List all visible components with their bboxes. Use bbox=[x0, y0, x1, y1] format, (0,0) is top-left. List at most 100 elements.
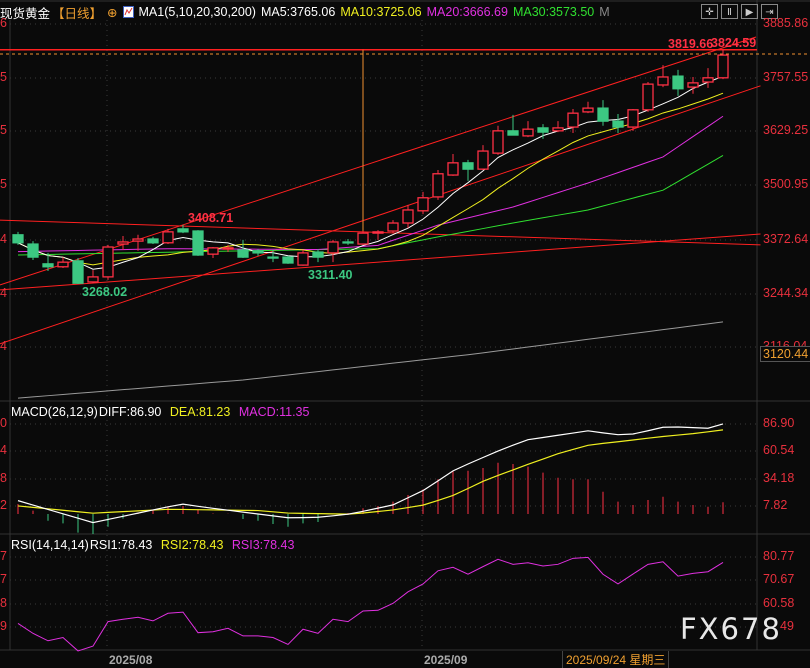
left-tick: 5 bbox=[0, 70, 7, 84]
rsi-tick: 60.58 bbox=[763, 596, 795, 610]
macd-tick: 7.82 bbox=[763, 498, 788, 512]
rsi1-value: RSI1:78.43 bbox=[89, 538, 153, 552]
candle-body bbox=[312, 251, 324, 258]
ma-more[interactable]: M bbox=[599, 5, 609, 19]
candle-body bbox=[702, 77, 714, 83]
candle-body bbox=[267, 256, 279, 259]
price-tick: 3885.86 bbox=[763, 16, 809, 30]
candle-body bbox=[132, 238, 144, 242]
indicator-chart-icon[interactable] bbox=[122, 6, 134, 18]
diff-value: DIFF:86.90 bbox=[98, 405, 162, 419]
candle-body bbox=[207, 247, 219, 255]
candle-body bbox=[162, 231, 174, 244]
trendline bbox=[0, 85, 761, 345]
high-annotation: 3824.59 bbox=[711, 36, 757, 50]
macd-header: MACD(26,12,9)DIFF:86.90 DEA:81.23 MACD:1… bbox=[11, 405, 314, 419]
candle-body bbox=[687, 82, 699, 88]
candle-body bbox=[237, 249, 249, 258]
candle-body bbox=[492, 130, 504, 154]
ma5-value: MA5:3765.06 bbox=[260, 5, 336, 19]
play-icon[interactable]: ▶ bbox=[741, 4, 758, 19]
candle-body bbox=[297, 252, 309, 266]
left-tick: 9 bbox=[0, 619, 7, 633]
macd-tick: 86.90 bbox=[763, 416, 795, 430]
rsi-tick: 80.77 bbox=[763, 549, 795, 563]
crosshair-icon[interactable]: ✛ bbox=[701, 4, 718, 19]
ma10-value: MA10:3725.06 bbox=[340, 5, 422, 19]
candle-body bbox=[537, 127, 549, 133]
candle-body bbox=[432, 173, 444, 198]
candle-body bbox=[522, 128, 534, 137]
low-annotation: 3311.40 bbox=[308, 268, 353, 282]
low-annotation: 3268.02 bbox=[82, 285, 128, 299]
instrument-name: 现货黄金 bbox=[0, 6, 51, 21]
left-tick: 5 bbox=[0, 177, 7, 191]
candle-body bbox=[507, 130, 519, 136]
macd-tick: 34.18 bbox=[763, 471, 795, 485]
candle-body bbox=[357, 232, 369, 245]
cursor-price-box: 3120.44 bbox=[760, 346, 810, 362]
high-annotation: 3819.66 bbox=[668, 37, 714, 51]
rsi-title: RSI(14,14,14) bbox=[11, 538, 89, 552]
chart-header: 现货黄金 【日线】 ⊕ MA1(5,10,20,30,200) MA5:3765… bbox=[0, 3, 615, 21]
candle-body bbox=[657, 76, 669, 86]
candle-body bbox=[282, 256, 294, 264]
period-selector[interactable]: 【日线】 bbox=[52, 3, 102, 22]
candle-body bbox=[402, 209, 414, 224]
left-tick: 4 bbox=[0, 443, 7, 457]
candle-body bbox=[582, 107, 594, 113]
candle-body bbox=[117, 241, 129, 245]
candle-body bbox=[222, 247, 234, 250]
left-tick: 4 bbox=[0, 339, 7, 353]
macd-value: MACD:11.35 bbox=[238, 405, 310, 419]
price-tick: 3629.25 bbox=[763, 123, 809, 137]
cursor-date-label: 2025/09/24 星期三 bbox=[562, 651, 670, 668]
trendline bbox=[0, 233, 761, 291]
candle-body bbox=[27, 243, 39, 258]
left-tick: 8 bbox=[0, 596, 7, 610]
price-tick: 3372.64 bbox=[763, 232, 809, 246]
candle-body bbox=[147, 238, 159, 244]
candle-body bbox=[372, 231, 384, 234]
ma30-value: MA30:3573.50 bbox=[512, 5, 595, 19]
left-tick: 8 bbox=[0, 471, 7, 485]
candle-body bbox=[87, 276, 99, 283]
candle-body bbox=[417, 197, 429, 212]
watermark-logo: FX678 bbox=[680, 612, 782, 646]
candle-body bbox=[477, 150, 489, 170]
left-tick: 0 bbox=[0, 416, 7, 430]
candle-body bbox=[612, 120, 624, 128]
ma20-value: MA20:3666.69 bbox=[426, 5, 508, 19]
candle-body bbox=[252, 250, 264, 254]
candle-body bbox=[192, 230, 204, 256]
candle-body bbox=[12, 234, 24, 244]
rsi-header: RSI(14,14,14)RSI1:78.43 RSI2:78.43 RSI3:… bbox=[11, 538, 299, 552]
bars-icon[interactable]: Ⅱ bbox=[721, 4, 738, 19]
dea-value: DEA:81.23 bbox=[169, 405, 231, 419]
candle-body bbox=[342, 241, 354, 244]
candle-body bbox=[597, 107, 609, 122]
price-tick: 3757.55 bbox=[763, 70, 809, 84]
candle-body bbox=[567, 112, 579, 128]
ma20-line bbox=[17, 115, 724, 253]
candle-body bbox=[387, 222, 399, 232]
date-label: 2025/08 bbox=[109, 653, 153, 667]
candle-body bbox=[42, 263, 54, 268]
ma10-line bbox=[17, 92, 724, 266]
candle-body bbox=[72, 260, 84, 284]
chart-canvas[interactable] bbox=[0, 0, 810, 666]
left-tick: 5 bbox=[0, 123, 7, 137]
candle-body bbox=[672, 75, 684, 90]
date-label: 2025/09 bbox=[424, 653, 468, 667]
candle-body bbox=[627, 109, 639, 128]
left-tick: 6 bbox=[0, 16, 7, 30]
candle-body bbox=[462, 162, 474, 170]
candle-body bbox=[57, 261, 69, 268]
diff-line bbox=[17, 423, 724, 524]
left-tick: 7 bbox=[0, 572, 7, 586]
candle-body bbox=[327, 241, 339, 254]
ma-title: MA1(5,10,20,30,200) bbox=[138, 5, 256, 19]
add-indicator-icon[interactable]: ⊕ bbox=[107, 5, 117, 20]
left-tick: 7 bbox=[0, 549, 7, 563]
rsi3-value: RSI3:78.43 bbox=[231, 538, 295, 552]
